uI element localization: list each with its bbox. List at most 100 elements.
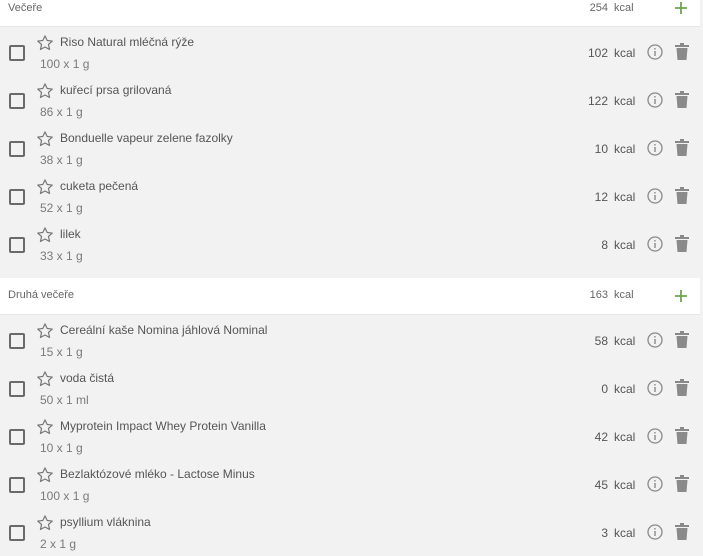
- food-name: Cereální kaše Nomina jáhlová Nominal: [60, 323, 268, 337]
- select-checkbox[interactable]: [9, 429, 25, 445]
- food-name: lilek: [60, 227, 81, 241]
- food-kcal-unit: kcal: [614, 190, 636, 204]
- select-checkbox[interactable]: [9, 141, 25, 157]
- section-title: Večeře: [8, 2, 43, 14]
- select-checkbox[interactable]: [9, 381, 25, 397]
- select-checkbox[interactable]: [9, 237, 25, 253]
- info-icon[interactable]: [647, 92, 663, 108]
- section-kcal-unit: kcal: [614, 2, 634, 14]
- favorite-star-icon[interactable]: [36, 370, 54, 388]
- info-icon[interactable]: [647, 524, 663, 540]
- food-row: Myprotein Impact Whey Protein Vanilla 10…: [0, 412, 700, 460]
- food-kcal-unit: kcal: [614, 430, 636, 444]
- trash-icon[interactable]: [675, 379, 689, 396]
- food-name: Bezlaktózové mléko - Lactose Minus: [60, 467, 255, 481]
- add-food-button[interactable]: [674, 1, 688, 15]
- food-kcal-unit: kcal: [614, 478, 636, 492]
- food-kcal-unit: kcal: [614, 142, 636, 156]
- favorite-star-icon[interactable]: [36, 130, 54, 148]
- food-name: psyllium vláknina: [60, 515, 151, 529]
- food-quantity: 100 x 1 g: [40, 489, 90, 503]
- trash-icon[interactable]: [675, 139, 689, 156]
- info-icon[interactable]: [647, 188, 663, 204]
- food-kcal-unit: kcal: [614, 334, 636, 348]
- food-kcal: 0: [601, 382, 608, 396]
- plus-icon: [675, 2, 687, 14]
- favorite-star-icon[interactable]: [36, 82, 54, 100]
- trash-icon[interactable]: [675, 235, 689, 252]
- food-name: Riso Natural mléčná rýže: [60, 35, 195, 49]
- food-row: Cereální kaše Nomina jáhlová Nominal 15 …: [0, 316, 700, 364]
- food-row: Riso Natural mléčná rýže 100 x 1 g 102 k…: [0, 28, 700, 76]
- trash-icon[interactable]: [675, 187, 689, 204]
- section-title: Druhá večeře: [8, 289, 75, 301]
- food-quantity: 10 x 1 g: [40, 441, 83, 455]
- food-kcal: 58: [594, 334, 608, 348]
- trash-icon[interactable]: [675, 427, 689, 444]
- info-icon[interactable]: [647, 236, 663, 252]
- info-icon[interactable]: [647, 44, 663, 60]
- trash-icon[interactable]: [675, 331, 689, 348]
- add-food-button[interactable]: [674, 289, 688, 303]
- food-row: kuřecí prsa grilovaná 86 x 1 g 122 kcal: [0, 76, 700, 124]
- section-kcal-value: 254: [589, 2, 608, 14]
- food-kcal: 12: [594, 190, 608, 204]
- favorite-star-icon[interactable]: [36, 34, 54, 52]
- food-quantity: 15 x 1 g: [40, 345, 83, 359]
- select-checkbox[interactable]: [9, 333, 25, 349]
- section-kcal-unit: kcal: [614, 289, 634, 301]
- food-kcal-unit: kcal: [614, 46, 636, 60]
- section-kcal-value: 163: [589, 289, 608, 301]
- select-checkbox[interactable]: [9, 93, 25, 109]
- food-row: cuketa pečená 52 x 1 g 12 kcal: [0, 172, 700, 220]
- trash-icon[interactable]: [675, 475, 689, 492]
- food-kcal-unit: kcal: [614, 526, 636, 540]
- food-kcal-unit: kcal: [614, 382, 636, 396]
- food-quantity: 33 x 1 g: [40, 249, 83, 263]
- trash-icon[interactable]: [675, 43, 689, 60]
- food-name: voda čistá: [60, 371, 115, 385]
- food-quantity: 100 x 1 g: [40, 57, 90, 71]
- food-quantity: 86 x 1 g: [40, 105, 83, 119]
- food-kcal: 3: [601, 526, 608, 540]
- food-kcal: 122: [587, 94, 608, 108]
- food-kcal: 10: [594, 142, 608, 156]
- food-name: Bonduelle vapeur zelene fazolky: [60, 131, 233, 145]
- section-header-druha-vecere: Druhá večeře 163 kcal: [0, 278, 700, 315]
- food-name: cuketa pečená: [60, 179, 139, 193]
- info-icon[interactable]: [647, 140, 663, 156]
- info-icon[interactable]: [647, 476, 663, 492]
- favorite-star-icon[interactable]: [36, 514, 54, 532]
- favorite-star-icon[interactable]: [36, 322, 54, 340]
- food-row: Bonduelle vapeur zelene fazolky 38 x 1 g…: [0, 124, 700, 172]
- food-kcal: 102: [587, 46, 608, 60]
- trash-icon[interactable]: [675, 91, 689, 108]
- info-icon[interactable]: [647, 428, 663, 444]
- food-quantity: 52 x 1 g: [40, 201, 83, 215]
- food-quantity: 50 x 1 ml: [40, 393, 89, 407]
- food-kcal-unit: kcal: [614, 238, 636, 252]
- food-row: Bezlaktózové mléko - Lactose Minus 100 x…: [0, 460, 700, 508]
- select-checkbox[interactable]: [9, 45, 25, 61]
- section-header-vecere: Večeře 254 kcal: [0, 0, 700, 27]
- food-row: psyllium vláknina 2 x 1 g 3 kcal: [0, 508, 700, 556]
- favorite-star-icon[interactable]: [36, 178, 54, 196]
- food-row: voda čistá 50 x 1 ml 0 kcal: [0, 364, 700, 412]
- trash-icon[interactable]: [675, 523, 689, 540]
- select-checkbox[interactable]: [9, 525, 25, 541]
- food-name: kuřecí prsa grilovaná: [60, 83, 172, 97]
- info-icon[interactable]: [647, 332, 663, 348]
- plus-icon: [675, 290, 687, 302]
- food-kcal: 45: [594, 478, 608, 492]
- food-kcal: 8: [601, 238, 608, 252]
- select-checkbox[interactable]: [9, 189, 25, 205]
- favorite-star-icon[interactable]: [36, 418, 54, 436]
- favorite-star-icon[interactable]: [36, 466, 54, 484]
- select-checkbox[interactable]: [9, 477, 25, 493]
- food-row: lilek 33 x 1 g 8 kcal: [0, 220, 700, 268]
- food-quantity: 38 x 1 g: [40, 153, 83, 167]
- info-icon[interactable]: [647, 380, 663, 396]
- food-quantity: 2 x 1 g: [40, 537, 77, 551]
- food-kcal: 42: [594, 430, 608, 444]
- favorite-star-icon[interactable]: [36, 226, 54, 244]
